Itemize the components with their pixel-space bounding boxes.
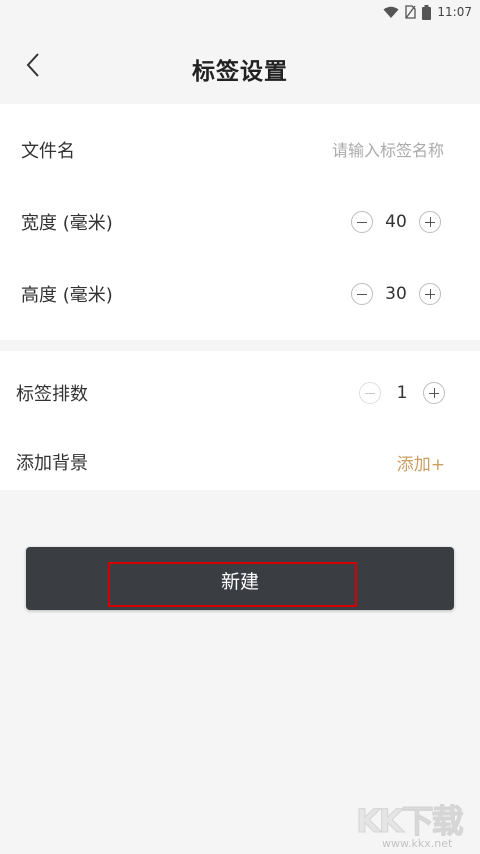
wifi-icon xyxy=(383,6,399,19)
height-increment-button[interactable] xyxy=(419,283,441,305)
page-title: 标签设置 xyxy=(192,59,288,85)
rows-stepper: 1 xyxy=(359,382,445,404)
background-row: 添加背景 添加+ xyxy=(0,432,480,492)
watermark-logo: KK下载 xyxy=(356,802,465,841)
status-icons: 11:07 xyxy=(383,4,472,20)
width-label: 宽度 (毫米) xyxy=(21,213,113,234)
rows-label: 标签排数 xyxy=(16,384,88,405)
height-label: 高度 (毫米) xyxy=(21,285,113,306)
label-size-card: 文件名 宽度 (毫米) 40 高度 (毫米) 30 xyxy=(0,104,480,340)
rows-increment-button[interactable] xyxy=(423,382,445,404)
top-nav-bar: 标签设置 xyxy=(0,24,480,103)
height-decrement-button[interactable] xyxy=(351,283,373,305)
height-row: 高度 (毫米) 30 xyxy=(0,264,480,324)
create-button-label: 新建 xyxy=(220,571,259,593)
label-layout-card: 标签排数 1 添加背景 添加+ xyxy=(0,351,480,490)
background-label: 添加背景 xyxy=(16,453,88,474)
rows-row: 标签排数 1 xyxy=(0,363,480,423)
watermark: KK下载 www.kkx.net xyxy=(356,796,474,852)
minus-icon xyxy=(357,294,367,296)
filename-label: 文件名 xyxy=(21,141,75,162)
rows-value: 1 xyxy=(396,383,408,403)
create-button[interactable]: 新建 xyxy=(26,547,454,610)
width-stepper: 40 xyxy=(351,211,441,233)
width-increment-button[interactable] xyxy=(419,211,441,233)
watermark-url: www.kkx.net xyxy=(382,837,453,850)
no-sim-icon xyxy=(405,5,417,19)
add-background-link[interactable]: 添加+ xyxy=(397,450,445,475)
filename-input[interactable] xyxy=(242,139,446,161)
minus-icon xyxy=(365,393,375,395)
battery-icon xyxy=(422,4,432,20)
width-value: 40 xyxy=(385,212,407,232)
rows-decrement-button[interactable] xyxy=(359,382,381,404)
filename-row: 文件名 xyxy=(0,120,480,180)
width-decrement-button[interactable] xyxy=(351,211,373,233)
minus-icon xyxy=(357,222,367,224)
height-value: 30 xyxy=(385,284,407,304)
height-stepper: 30 xyxy=(351,283,441,305)
status-time: 11:07 xyxy=(437,5,472,19)
width-row: 宽度 (毫米) 40 xyxy=(0,192,480,252)
status-bar: 11:07 xyxy=(0,0,480,24)
